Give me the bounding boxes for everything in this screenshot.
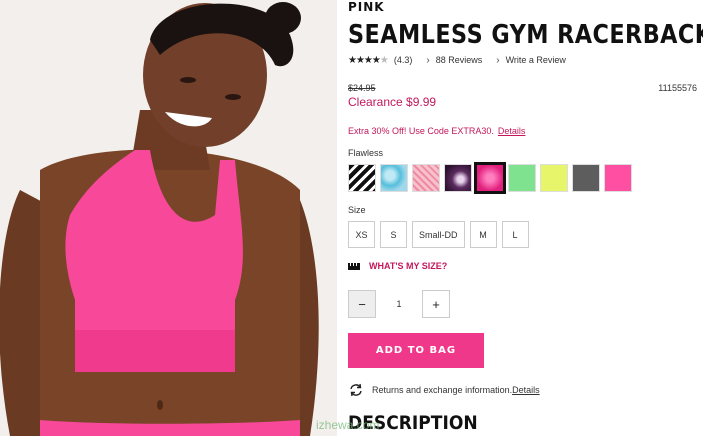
promo-message: Extra 30% Off! Use Code EXTRA30. Details bbox=[348, 126, 525, 136]
promo-details-link[interactable]: Details bbox=[498, 126, 526, 136]
rating-row: ★★★★★ (4.3) › 88 Reviews › Write a Revie… bbox=[348, 53, 566, 67]
returns-info: Returns and exchange information. Details bbox=[348, 383, 540, 397]
original-price: $24.95 bbox=[348, 83, 376, 93]
swatch-hot-pink[interactable] bbox=[474, 162, 506, 194]
product-title: SEAMLESS GYM RACERBACK bbox=[348, 20, 703, 50]
size-option-small-dd[interactable]: Small-DD bbox=[412, 221, 465, 248]
exchange-arrows-icon bbox=[350, 383, 362, 397]
sku-number: 11155576 bbox=[658, 83, 697, 93]
model-illustration bbox=[0, 0, 337, 436]
add-to-bag-button[interactable]: ADD TO BAG bbox=[348, 333, 484, 368]
quantity-increase-button[interactable]: + bbox=[422, 290, 450, 318]
selected-color-name: Flawless bbox=[348, 148, 384, 158]
swatch-pink-print[interactable] bbox=[412, 164, 440, 192]
watermark: izhewa.com bbox=[316, 418, 380, 432]
ruler-icon bbox=[348, 262, 360, 270]
size-option-m[interactable]: M bbox=[469, 221, 497, 248]
swatch-neon-yellow[interactable] bbox=[540, 164, 568, 192]
brand-name: PINK bbox=[348, 0, 385, 14]
chevron-right-icon: › bbox=[496, 54, 500, 66]
swatch-charcoal[interactable] bbox=[572, 164, 600, 192]
product-info-panel: PINK SEAMLESS GYM RACERBACK ★★★★★ (4.3) … bbox=[348, 0, 703, 436]
sale-price: Clearance $9.99 bbox=[348, 95, 437, 109]
size-label: Size bbox=[348, 205, 366, 215]
size-guide-link[interactable]: WHAT'S MY SIZE? bbox=[348, 261, 447, 271]
chevron-right-icon: › bbox=[426, 54, 430, 66]
size-option-xs[interactable]: XS bbox=[348, 221, 375, 248]
quantity-value[interactable]: 1 bbox=[376, 299, 422, 309]
star-rating-icon: ★★★★★ bbox=[348, 54, 389, 66]
write-review-link[interactable]: Write a Review bbox=[506, 55, 566, 65]
product-photo bbox=[0, 0, 337, 436]
swatch-blue-tie-dye[interactable] bbox=[380, 164, 408, 192]
swatch-black-white-stripe[interactable] bbox=[348, 164, 376, 192]
returns-text: Returns and exchange information. bbox=[372, 385, 513, 395]
swatch-bright-pink[interactable] bbox=[604, 164, 632, 192]
quantity-stepper: − 1 + bbox=[348, 290, 450, 318]
size-options: XS S Small-DD M L bbox=[348, 221, 529, 248]
swatch-mint-green[interactable] bbox=[508, 164, 536, 192]
returns-details-link[interactable]: Details bbox=[512, 385, 540, 395]
size-option-l[interactable]: L bbox=[501, 221, 529, 248]
size-option-s[interactable]: S bbox=[380, 221, 407, 248]
swatch-purple-tie-dye[interactable] bbox=[444, 164, 472, 192]
promo-text: Extra 30% Off! Use Code EXTRA30. bbox=[348, 126, 494, 136]
empty-star-icon: ★ bbox=[379, 54, 389, 66]
reviews-link[interactable]: 88 Reviews bbox=[436, 55, 483, 65]
size-guide-label: WHAT'S MY SIZE? bbox=[369, 261, 448, 271]
filled-stars: ★★★★ bbox=[348, 54, 381, 66]
rating-value: (4.3) bbox=[393, 55, 413, 65]
color-swatches bbox=[348, 162, 632, 194]
quantity-decrease-button[interactable]: − bbox=[348, 290, 376, 318]
